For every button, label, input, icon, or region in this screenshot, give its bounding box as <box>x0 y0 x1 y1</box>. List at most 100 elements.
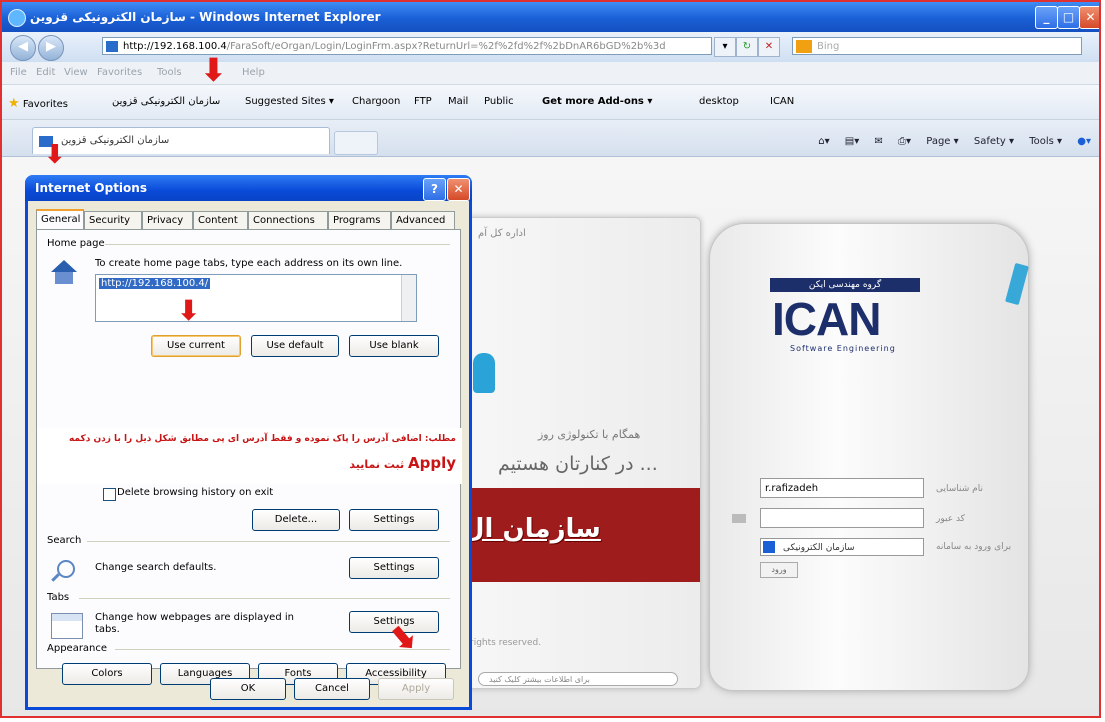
mail-icon[interactable]: ✉ <box>874 136 882 147</box>
cancel-button[interactable]: Cancel <box>294 678 370 700</box>
refresh-button[interactable]: ↻ <box>736 37 758 57</box>
textarea-scrollbar[interactable] <box>401 275 416 321</box>
tabs-description: Change how webpages are displayed in tab… <box>95 612 294 635</box>
delete-on-exit-checkbox[interactable] <box>103 488 116 501</box>
feeds-icon[interactable]: ▤▾ <box>845 136 859 147</box>
minimize-button[interactable]: _ <box>1035 6 1058 29</box>
home-icon[interactable]: ⌂▾ <box>818 136 829 147</box>
password-field[interactable] <box>760 508 924 528</box>
internet-explorer-icon <box>8 9 26 27</box>
apply-button[interactable]: Apply <box>378 678 454 700</box>
instruction-note: مطلب: اضافی آدرس را پاک نموده و فقط آدرس… <box>37 428 462 484</box>
note-apply-word: Apply <box>407 454 456 472</box>
fav-desktop[interactable]: desktop <box>699 96 739 107</box>
address-bar-row: ◀ ▶ http://192.168.100.4/FaraSoft/eOrgan… <box>2 32 1099 62</box>
fav-get-addons[interactable]: Get more Add-ons ▾ <box>542 96 652 107</box>
annotation-arrow-down-icon: ⬇ <box>177 294 201 327</box>
fav-mail[interactable]: Mail <box>448 96 468 107</box>
menu-tools[interactable]: Tools <box>157 67 182 78</box>
tab-general[interactable]: General <box>36 209 84 230</box>
info-bar[interactable]: برای اطلاعات بیشتر کلیک کنید <box>478 672 678 686</box>
help-icon[interactable]: ●▾ <box>1077 136 1091 147</box>
tab-title: سازمان الکترونیکی قزوین <box>61 135 170 146</box>
search-icon <box>57 560 75 578</box>
tab-programs[interactable]: Programs <box>328 211 391 229</box>
tagline-large: در کنارتان هستیم ... <box>498 453 658 475</box>
note-line-2: Apply ثبت نمایید <box>349 454 456 472</box>
dropdown-arrow-icon <box>763 541 775 553</box>
browser-title-bar: سازمان الکترونیکی قزوین - Windows Intern… <box>2 2 1099 32</box>
dialog-help-button[interactable]: ? <box>423 178 446 201</box>
browser-tab[interactable]: سازمان الکترونیکی قزوین <box>32 127 330 154</box>
command-safety[interactable]: Safety ▾ <box>974 136 1014 147</box>
tab-content[interactable]: Content <box>193 211 248 229</box>
address-dropdown-button[interactable]: ▾ <box>714 37 736 57</box>
organization-select[interactable]: سازمان الکترونیکی <box>760 538 924 556</box>
menu-edit[interactable]: Edit <box>36 67 55 78</box>
fav-qazvin[interactable]: سازمان الکترونیکی قزوین <box>112 96 220 107</box>
favorites-bar: ★ Favorites سازمان الکترونیکی قزوین Sugg… <box>2 85 1099 120</box>
tab-privacy[interactable]: Privacy <box>142 211 193 229</box>
search-input[interactable]: Bing <box>792 37 1082 55</box>
use-default-button[interactable]: Use default <box>251 335 339 357</box>
login-panel: گروه مهندسی ایکن ICAN Software Engineeri… <box>709 223 1029 691</box>
bing-icon <box>796 40 812 53</box>
delete-button[interactable]: Delete... <box>252 509 340 531</box>
back-button[interactable]: ◀ <box>10 35 36 61</box>
tabs-group-label: Tabs <box>47 592 70 603</box>
admin-heading: اداره کل آم <box>478 228 526 239</box>
note-line-1: مطلب: اضافی آدرس را پاک نموده و فقط آدرس… <box>68 434 456 444</box>
stop-button[interactable]: ✕ <box>758 37 780 57</box>
group-divider <box>79 598 450 599</box>
organization-value: سازمان الکترونیکی <box>783 543 855 553</box>
keyboard-icon[interactable] <box>732 514 746 523</box>
history-settings-button[interactable]: Settings <box>349 509 439 531</box>
home-page-description: To create home page tabs, type each addr… <box>95 258 403 269</box>
use-blank-button[interactable]: Use blank <box>349 335 439 357</box>
colors-button[interactable]: Colors <box>62 663 152 685</box>
command-tools[interactable]: Tools ▾ <box>1029 136 1062 147</box>
red-banner[interactable]: سازمان ال <box>462 488 700 582</box>
maximize-button[interactable]: □ <box>1057 6 1080 29</box>
annotation-arrow-down-icon: ⬇ <box>44 140 66 170</box>
dialog-title-bar: Internet Options ? ✕ <box>25 175 472 201</box>
menu-help[interactable]: Help <box>242 67 265 78</box>
favorites-button[interactable]: ★ Favorites <box>8 96 68 111</box>
new-tab-button[interactable] <box>334 131 378 155</box>
fav-ftp[interactable]: FTP <box>414 96 432 107</box>
menu-file[interactable]: File <box>10 67 27 78</box>
search-placeholder: Bing <box>817 41 840 52</box>
star-icon: ★ <box>8 96 20 111</box>
logo-subtitle: Software Engineering <box>790 344 896 353</box>
use-current-button[interactable]: Use current <box>151 335 241 357</box>
fav-suggested-sites[interactable]: Suggested Sites ▾ <box>245 96 334 107</box>
tab-connections[interactable]: Connections <box>248 211 328 229</box>
address-input[interactable]: http://192.168.100.4/FaraSoft/eOrgan/Log… <box>102 37 712 55</box>
person-figure-icon <box>473 353 495 393</box>
group-divider <box>105 244 450 245</box>
fav-public[interactable]: Public <box>484 96 514 107</box>
forward-button[interactable]: ▶ <box>38 35 64 61</box>
command-page[interactable]: Page ▾ <box>926 136 958 147</box>
menu-favorites[interactable]: Favorites <box>97 67 142 78</box>
ok-button[interactable]: OK <box>210 678 286 700</box>
menu-view[interactable]: View <box>64 67 88 78</box>
dialog-close-button[interactable]: ✕ <box>447 178 470 201</box>
login-button[interactable]: ورود <box>760 562 798 578</box>
print-icon[interactable]: ⎙▾ <box>898 136 911 147</box>
menu-bar: File Edit View Favorites Tools Help <box>2 62 1099 85</box>
ican-logo: گروه مهندسی ایکن ICAN Software Engineeri… <box>770 278 920 353</box>
home-page-icon <box>49 260 79 286</box>
window-close-button[interactable]: ✕ <box>1079 6 1099 29</box>
fav-chargoon[interactable]: Chargoon <box>352 96 400 107</box>
username-field[interactable]: r.rafizadeh <box>760 478 924 498</box>
favorites-label: Favorites <box>22 99 69 110</box>
note-suffix: ثبت نمایید <box>349 458 405 471</box>
tab-security[interactable]: Security <box>84 211 142 229</box>
search-settings-button[interactable]: Settings <box>349 557 439 579</box>
banner-text: سازمان ال <box>462 514 601 544</box>
fav-ican[interactable]: ICAN <box>770 96 794 107</box>
username-label: نام شناسایی <box>936 484 983 494</box>
home-page-textarea[interactable]: http://192.168.100.4/ <box>95 274 417 322</box>
tab-advanced[interactable]: Advanced <box>391 211 455 229</box>
